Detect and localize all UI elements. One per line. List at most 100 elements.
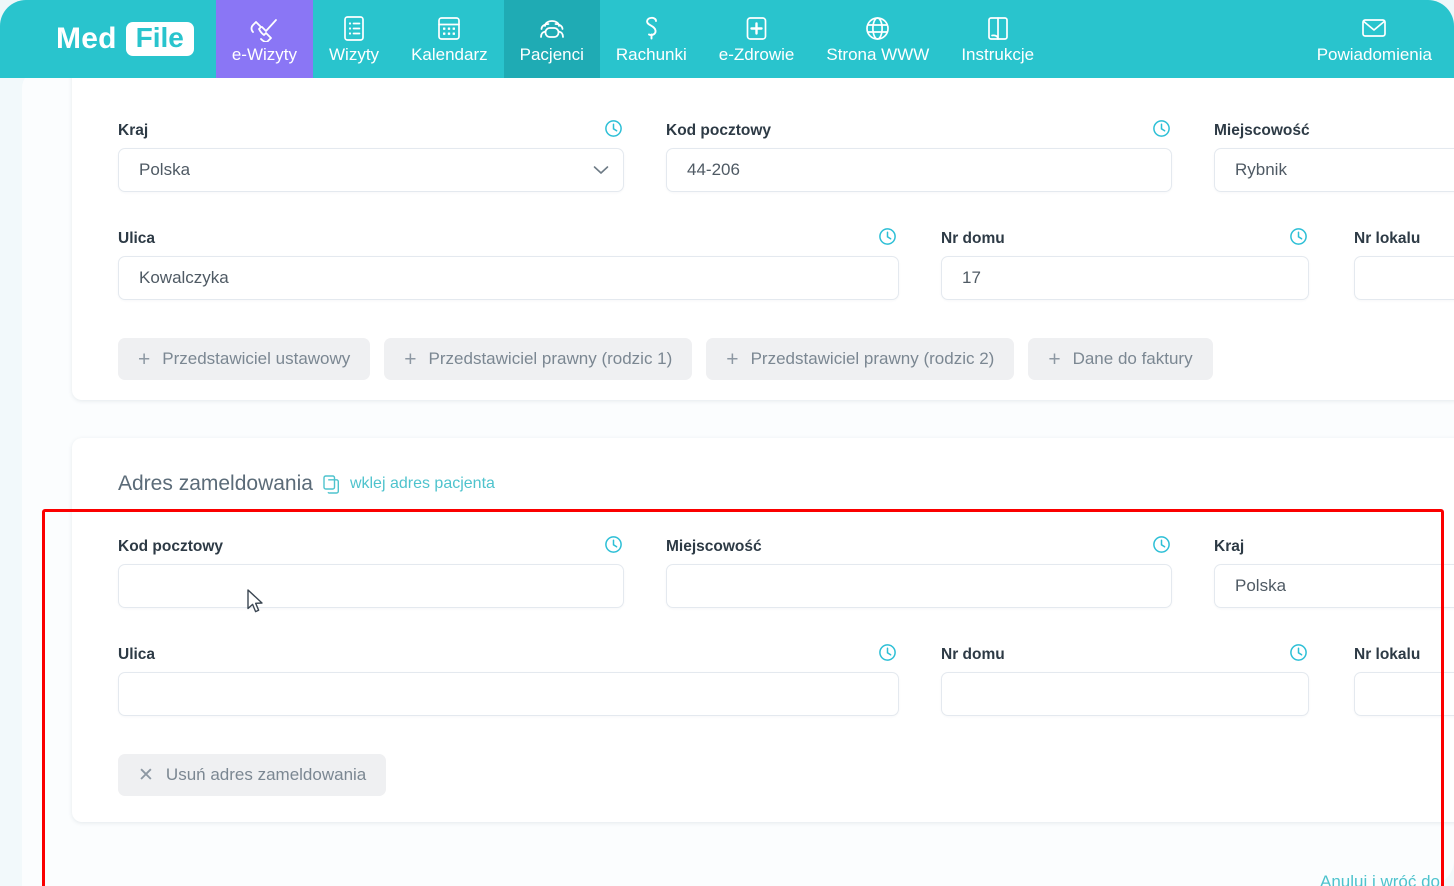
top-navigation-bar: Med File e-Wizyty Wizyty Kalendarz Pacje…: [0, 0, 1454, 78]
registration-row-2: Ulica Nr domu Nr lokalu: [72, 643, 1454, 718]
remove-registration-address-button[interactable]: ✕ Usuń adres zameldowania: [118, 754, 387, 796]
history-clock-icon[interactable]: [604, 535, 624, 555]
add-legal-guardian-2-button[interactable]: + Przedstawiciel prawny (rodzic 2): [706, 338, 1015, 380]
plus-icon: +: [138, 347, 151, 371]
medical-cross-icon: [744, 12, 769, 42]
registration-address-card: Adres zameldowania wklej adres pacjenta …: [72, 438, 1454, 822]
history-clock-icon[interactable]: [878, 227, 898, 247]
nav-item-wizyty[interactable]: Wizyty: [313, 0, 395, 78]
nav-item-e-zdrowie[interactable]: e-Zdrowie: [703, 0, 811, 78]
globe-icon: [864, 12, 891, 42]
reg-nr-lokalu-input[interactable]: [1354, 672, 1454, 716]
nav-item-label: Strona WWW: [826, 44, 930, 64]
nav-item-e-wizyty[interactable]: e-Wizyty: [215, 0, 314, 78]
nav-item-pacjenci[interactable]: Pacjenci: [503, 0, 600, 78]
field-label: Ulica: [118, 230, 156, 247]
history-clock-icon[interactable]: [1289, 227, 1309, 247]
field-value: 17: [962, 268, 981, 287]
field-label: Nr lokalu: [1354, 646, 1421, 663]
nav-notifications-group: Powiadomienia: [1301, 0, 1454, 78]
residence-row-2: Ulica Kowalczyka Nr domu 17 Nr lokalu: [72, 227, 1454, 302]
nav-item-label: Powiadomienia: [1316, 44, 1432, 64]
field-label: Kraj: [118, 122, 149, 139]
plus-icon: +: [1048, 347, 1061, 371]
residence-row-1: Kraj Polska Kod pocztowy 44-206 Miejscow…: [72, 119, 1454, 194]
cancel-and-return-link[interactable]: Anuluj i wróć do: [1320, 872, 1440, 886]
brand-logo-med: Med: [56, 22, 117, 55]
nav-item-label: Pacjenci: [519, 44, 584, 64]
field-label: Nr domu: [941, 646, 1005, 663]
calendar-icon: [436, 12, 462, 42]
nav-item-label: Rachunki: [615, 44, 687, 64]
field-value: Rybnik: [1235, 160, 1287, 179]
reg-nr-domu-input[interactable]: [941, 672, 1309, 716]
reg-kod-pocztowy-input[interactable]: [118, 564, 624, 608]
field-value: 44-206: [687, 160, 740, 179]
field-label: Kod pocztowy: [666, 122, 772, 139]
field-label: Kod pocztowy: [118, 538, 224, 555]
kod-pocztowy-input[interactable]: 44-206: [666, 148, 1172, 192]
history-clock-icon[interactable]: [878, 643, 898, 663]
chip-label: Przedstawiciel ustawowy: [162, 349, 351, 368]
ulica-input[interactable]: Kowalczyka: [118, 256, 899, 300]
registration-actions: ✕ Usuń adres zameldowania: [118, 754, 387, 796]
chip-label: Przedstawiciel prawny (rodzic 1): [428, 349, 673, 368]
page-sheet: Adres zamieszkania Kraj Polska: [22, 54, 1454, 886]
miejscowosc-input[interactable]: Rybnik: [1214, 148, 1454, 192]
add-statutory-representative-button[interactable]: + Przedstawiciel ustawowy: [118, 338, 371, 380]
chevron-down-icon: [593, 160, 609, 180]
list-document-icon: [342, 12, 366, 42]
field-label: Kraj: [1214, 538, 1245, 555]
history-clock-icon[interactable]: [604, 119, 624, 139]
field-label: Miejscowość: [1214, 122, 1310, 139]
phone-call-icon: [249, 12, 279, 42]
field-label: Nr lokalu: [1354, 230, 1421, 247]
reg-ulica-input[interactable]: [118, 672, 899, 716]
plus-icon: +: [404, 347, 417, 371]
registration-address-title: Adres zameldowania: [118, 472, 313, 495]
nav-item-powiadomienia[interactable]: Powiadomienia: [1301, 8, 1448, 71]
plus-icon: +: [726, 347, 739, 371]
field-value: Polska: [139, 160, 191, 179]
field-value: Kowalczyka: [139, 268, 229, 287]
nav-item-label: e-Zdrowie: [718, 44, 795, 64]
history-clock-icon[interactable]: [1289, 643, 1309, 663]
brand-logo[interactable]: Med File: [0, 0, 216, 78]
nav-item-label: e-Wizyty: [231, 44, 298, 64]
history-clock-icon[interactable]: [1152, 119, 1172, 139]
nav-item-kalendarz[interactable]: Kalendarz: [395, 0, 504, 78]
nav-item-label: Wizyty: [329, 44, 380, 64]
nr-domu-input[interactable]: 17: [941, 256, 1309, 300]
reg-kraj-select[interactable]: Polska: [1214, 564, 1454, 608]
paste-patient-address-link[interactable]: wklej adres pacjenta: [350, 475, 495, 493]
currency-icon: [640, 12, 662, 42]
close-x-icon: ✕: [138, 764, 154, 786]
chip-label: Usuń adres zameldowania: [165, 765, 367, 784]
patients-icon: [535, 12, 569, 42]
brand-logo-file: File: [125, 22, 194, 56]
nav-item-label: Instrukcje: [961, 44, 1035, 64]
app-window: Med File e-Wizyty Wizyty Kalendarz Pacje…: [0, 0, 1454, 886]
residence-address-card: Adres zamieszkania Kraj Polska: [72, 54, 1454, 400]
history-clock-icon[interactable]: [1152, 535, 1172, 555]
field-label: Ulica: [118, 646, 156, 663]
book-icon: [985, 12, 1011, 42]
page-content: Adres zamieszkania Kraj Polska: [0, 54, 1454, 886]
copy-icon[interactable]: [323, 474, 340, 494]
nav-item-instrukcje[interactable]: Instrukcje: [945, 0, 1050, 78]
reg-miejscowosc-input[interactable]: [666, 564, 1172, 608]
residence-action-chips: + Przedstawiciel ustawowy + Przedstawici…: [118, 338, 1213, 380]
kraj-select[interactable]: Polska: [118, 148, 624, 192]
nav-item-rachunki[interactable]: Rachunki: [600, 0, 703, 78]
field-label: Nr domu: [941, 230, 1005, 247]
registration-row-1: Kod pocztowy Miejscowość Kraj Polska: [72, 535, 1454, 610]
add-invoice-data-button[interactable]: + Dane do faktury: [1028, 338, 1213, 380]
field-label: Miejscowość: [666, 538, 762, 555]
chip-label: Dane do faktury: [1072, 349, 1193, 368]
chip-label: Przedstawiciel prawny (rodzic 2): [750, 349, 995, 368]
nr-lokalu-input[interactable]: [1354, 256, 1454, 300]
nav-item-label: Kalendarz: [411, 44, 488, 64]
add-legal-guardian-1-button[interactable]: + Przedstawiciel prawny (rodzic 1): [384, 338, 693, 380]
nav-item-strona-www[interactable]: Strona WWW: [810, 0, 945, 78]
